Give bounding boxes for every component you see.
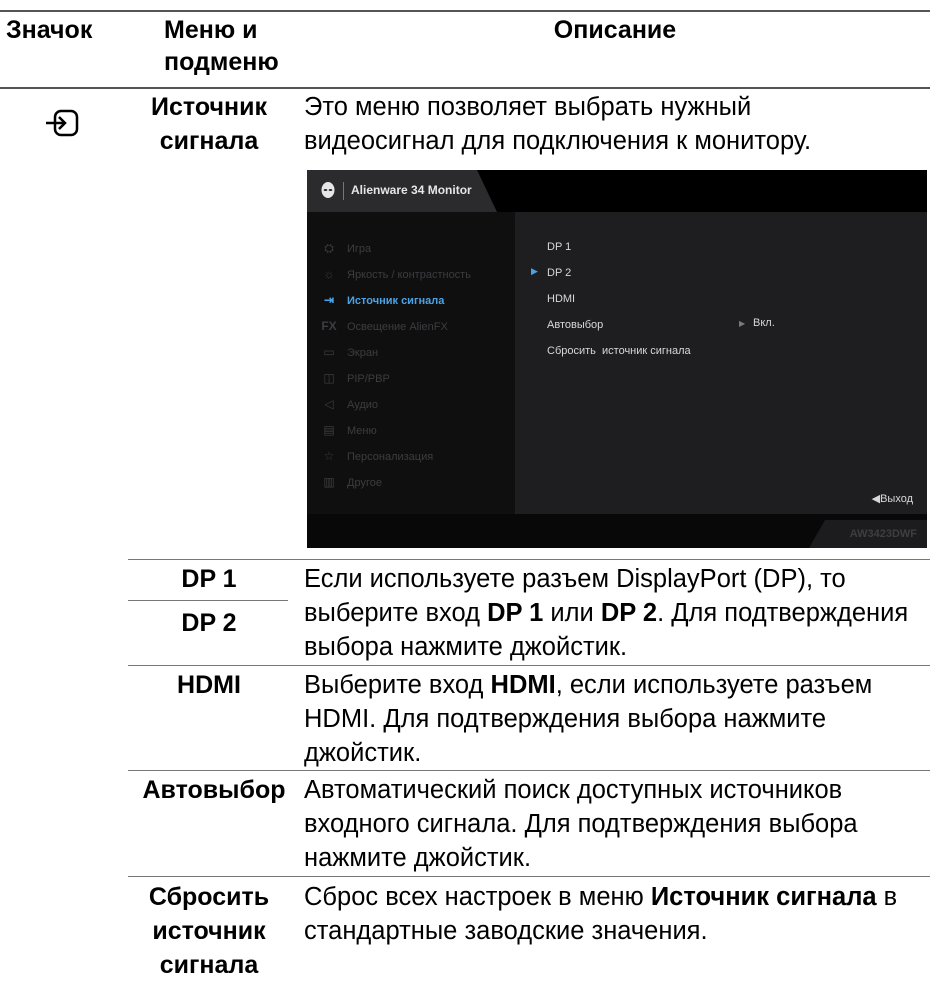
reset-label: Сбросить источник сигнала (138, 880, 280, 982)
selection-arrow-icon: ▶ (531, 266, 538, 276)
auto-top-rule (128, 770, 930, 771)
dp-desc-bold: DP 1 (487, 599, 544, 627)
osd-menu-label: Меню (347, 425, 377, 437)
reset-desc-text: Сброс всех настроек в меню (304, 883, 651, 911)
auto-desc-line1: Автоматический поиск доступных источнико… (304, 776, 843, 804)
hdmi-desc-line3: джойстик. (304, 739, 422, 767)
speaker-icon: ◁ (324, 397, 334, 411)
osd-sub-dp2[interactable]: DP 2 (547, 265, 571, 281)
hdmi-desc-bold: HDMI (490, 671, 556, 699)
osd-auto-value: Вкл. (753, 317, 775, 329)
auto-desc-line3: нажмите джойстик. (304, 844, 532, 872)
reset-label-line1: Сбросить (148, 883, 270, 911)
brightness-icon: ☼ (323, 267, 335, 281)
osd-menu-label: Игра (347, 243, 372, 255)
osd-screenshot: Alienware 34 Monitor AW3423DWF ⛭ Игра ☼ Яр… (307, 170, 927, 548)
submenu-arrow-icon: ▶ (739, 319, 746, 328)
dp-desc-line2: выберите вход DP 1 или DP 2. Для подтвер… (304, 596, 930, 630)
osd-sub-hdmi[interactable]: HDMI (547, 291, 575, 307)
osd-menu-label: Аудио (347, 399, 379, 411)
hdmi-desc-line1: Выберите вход HDMI, если используете раз… (304, 668, 930, 702)
reset-description: Сброс всех настроек в меню Источник сигн… (304, 880, 930, 948)
header-menu-text: Меню и подменю (164, 16, 279, 76)
osd-model: AW3423DWF (809, 520, 927, 548)
dp-desc-text: выберите вход (304, 599, 488, 627)
reset-desc-bold: Источник сигнала (650, 883, 877, 911)
hdmi-top-rule (128, 665, 930, 666)
osd-menu-display[interactable]: ▭ Экран (321, 344, 378, 360)
osd-exit[interactable]: ◀Выход (872, 492, 913, 505)
osd-menu-label: Другое (347, 477, 382, 489)
hdmi-label: HDMI (177, 671, 241, 699)
dp-desc-text: или (543, 599, 601, 627)
osd-sub-dp1[interactable]: DP 1 (547, 239, 571, 255)
dp-description: Если используете разъем DisplayPort (DP)… (304, 562, 930, 664)
hdmi-description: Выберите вход HDMI, если используете раз… (304, 668, 930, 770)
dp-desc-bold: DP 2 (600, 599, 658, 627)
header-bottom-rule (0, 87, 930, 89)
reset-desc-line1: Сброс всех настроек в меню Источник сигн… (304, 880, 930, 914)
osd-menu-label: Экран (347, 347, 379, 359)
source-label: Источник сигнала (138, 90, 280, 158)
dp1-dp2-rule (128, 600, 288, 601)
hdmi-desc-line2: HDMI. Для подтверждения выбора нажмите (304, 705, 827, 733)
display-icon: ▭ (323, 345, 335, 359)
osd-title-divider (343, 182, 344, 200)
header-description: Описание (553, 16, 677, 44)
dp1-label: DP 1 (181, 565, 237, 593)
osd-title: Alienware 34 Monitor (351, 183, 472, 197)
osd-menu-label: Яркость / контрастность (347, 269, 471, 281)
dp-desc-line3: выбора нажмите джойстик. (304, 633, 628, 661)
osd-main-menu (307, 212, 515, 514)
auto-desc-line2: входного сигнала. Для подтверждения выбо… (304, 810, 858, 838)
input-source-icon (45, 108, 79, 138)
hdmi-desc-text: Выберите вход (304, 671, 491, 699)
osd-menu-pip[interactable]: ◫ PIP/PBP (321, 370, 390, 386)
osd-menu-audio[interactable]: ◁ Аудио (321, 396, 378, 412)
reset-desc-line2: стандартные заводские значения. (304, 917, 708, 945)
osd-menu-label: Источник сигнала (347, 295, 445, 307)
reset-top-rule (128, 876, 930, 877)
reset-desc-text: в (876, 883, 898, 911)
dp-desc-text: . Для подтверждения (657, 599, 909, 627)
auto-label: Автовыбор (142, 776, 286, 804)
header-icon: Значок (6, 16, 93, 44)
osd-menu-alienfx[interactable]: FX Освещение AlienFX (321, 318, 448, 334)
dp-desc-line1: Если используете разъем DisplayPort (DP)… (304, 565, 846, 593)
source-description: Это меню позволяет выбрать нужный видеос… (304, 93, 812, 155)
osd-menu-menu[interactable]: ▤ Меню (321, 422, 377, 438)
osd-menu-label: PIP/PBP (347, 373, 390, 385)
osd-sub-auto[interactable]: Автовыбор (547, 317, 603, 333)
menu-icon: ▤ (323, 423, 335, 437)
reset-label-line2: источник (152, 917, 266, 945)
reset-label-line3: сигнала (159, 951, 259, 979)
other-icon: ▥ (323, 475, 335, 489)
fx-icon: FX (321, 319, 337, 333)
alienware-logo-icon (321, 182, 335, 200)
osd-menu-input-source[interactable]: ⇥ Источник сигнала (321, 292, 444, 308)
osd-menu-personalize[interactable]: ☆ Персонализация (321, 448, 434, 464)
osd-menu-label: Освещение AlienFX (347, 321, 448, 333)
star-icon: ☆ (323, 449, 335, 463)
header-menu: Меню и подменю (164, 14, 294, 78)
dp2-label: DP 2 (181, 609, 237, 637)
osd-menu-other[interactable]: ▥ Другое (321, 474, 382, 490)
osd-menu-game[interactable]: ⛭ Игра (321, 240, 371, 256)
dp-top-rule (128, 559, 930, 560)
osd-sub-reset[interactable]: Сбросить источник сигнала (547, 343, 691, 359)
input-source-icon: ⇥ (323, 293, 335, 307)
gamepad-icon: ⛭ (324, 241, 334, 255)
osd-menu-brightness[interactable]: ☼ Яркость / контрастность (321, 266, 471, 282)
osd-menu-label: Персонализация (347, 451, 434, 463)
table-top-rule (0, 10, 930, 12)
osd-submenu (515, 212, 927, 514)
hdmi-desc-text: , если используете разъем (555, 671, 873, 699)
source-label-text: Источник сигнала (151, 93, 267, 155)
auto-description: Автоматический поиск доступных источнико… (304, 773, 930, 875)
pip-pbp-icon: ◫ (323, 371, 335, 385)
